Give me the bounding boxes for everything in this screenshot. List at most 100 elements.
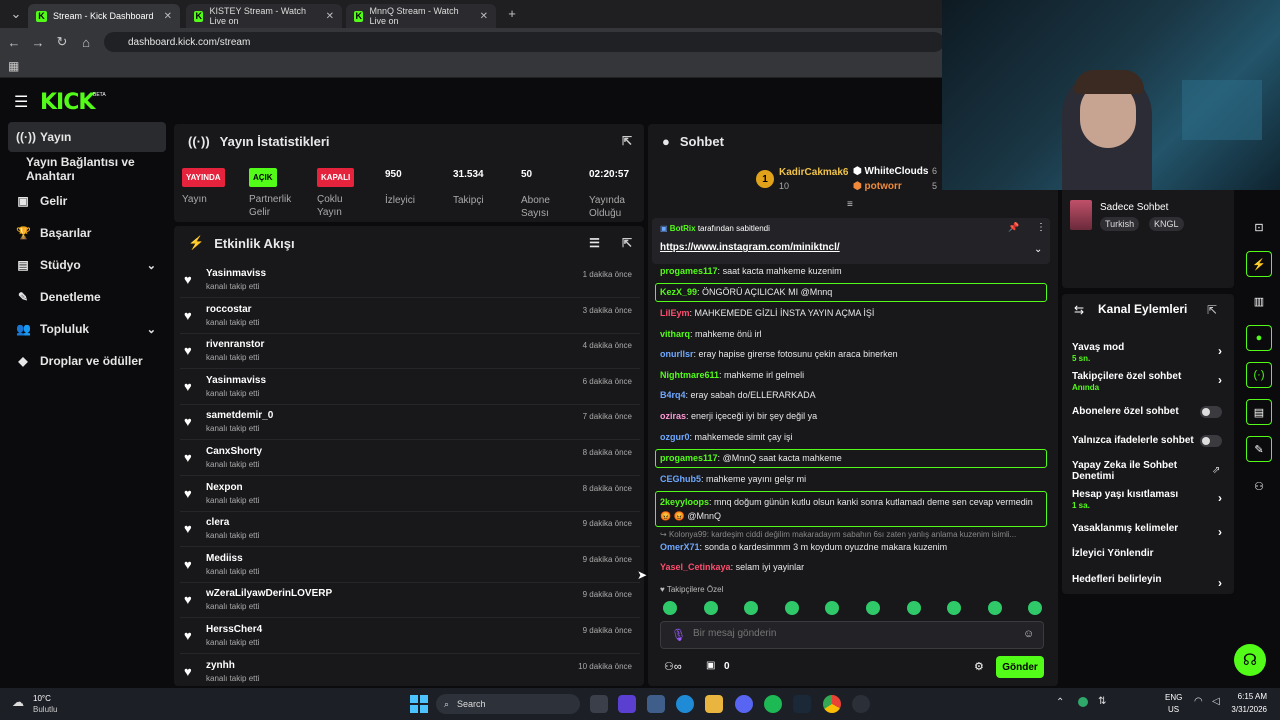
popout-icon[interactable]: ⇱ [622, 134, 632, 148]
event-user[interactable]: Yasinmaviss [206, 268, 266, 279]
event-user[interactable]: Nexpon [206, 482, 243, 493]
event-row[interactable]: ♥ zynhh kanalı takip etti 10 dakika önce [180, 656, 640, 690]
chat-username[interactable]: 2keyyloops [660, 497, 709, 507]
chat-username[interactable]: Nightmare611 [660, 370, 719, 380]
file-explorer-icon[interactable] [705, 695, 723, 713]
emoji-icon[interactable]: ☺ [1023, 628, 1034, 640]
menu-icon[interactable]: ☰ [14, 92, 28, 112]
sidebar-item-yayin[interactable]: ((·)) Yayın [8, 122, 166, 152]
sidebar-item-denetleme[interactable]: ✎ Denetleme [8, 282, 166, 312]
emote-icon[interactable] [866, 601, 880, 615]
tray-app-icon[interactable] [1078, 697, 1088, 707]
apps-grid-icon[interactable]: ▦ [8, 59, 19, 73]
pinned-link[interactable]: https://www.instagram.com/miniktncl/ [660, 242, 840, 253]
emote-icon[interactable] [906, 601, 921, 615]
task-view-icon[interactable] [590, 695, 608, 713]
help-support-icon[interactable]: ☊ [1234, 644, 1266, 676]
sidebar-item-basarilar[interactable]: 🏆 Başarılar [8, 218, 166, 248]
back-icon[interactable]: ← [2, 35, 26, 50]
emote-icon[interactable] [703, 601, 718, 615]
store-icon[interactable] [647, 695, 665, 713]
event-user[interactable]: roccostar [206, 304, 252, 315]
event-row[interactable]: ♥ Mediiss kanalı takip etti 9 dakika önce [180, 549, 640, 583]
chat-input-box[interactable]: 🎙 ☺ [660, 621, 1044, 649]
action-followers-only[interactable]: Takipçilere özel sohbet Anında › [1072, 371, 1228, 392]
chat-bubble-icon[interactable]: ● [1246, 325, 1272, 351]
tab-close-icon[interactable]: ✕ [480, 11, 488, 22]
actions-icon[interactable]: ▤ [1246, 399, 1272, 425]
tray-network-icon[interactable]: ⇅ [1098, 696, 1106, 707]
emote-icon[interactable] [784, 601, 799, 615]
chat-username[interactable]: LilEym [660, 308, 690, 318]
weather-temp[interactable]: 10°C [33, 694, 51, 703]
more-options-icon[interactable]: ⋮ [1036, 222, 1046, 233]
event-row[interactable]: ♥ Nexpon kanalı takip etti 8 dakika önce [180, 478, 640, 512]
keyboard-language[interactable]: ENG [1165, 693, 1182, 702]
action-banned-words[interactable]: Yasaklanmış kelimeler › [1072, 523, 1228, 539]
event-user[interactable]: wZeraLilyawDerinLOVERP [206, 588, 332, 599]
sidebar-item-studyo[interactable]: ▤ Stüdyo ⌄ [8, 250, 166, 280]
kick-logo[interactable]: KICK [40, 90, 95, 115]
event-user[interactable]: clera [206, 517, 229, 528]
new-tab-icon[interactable]: + [500, 6, 524, 21]
chat-username[interactable]: CEGhub5 [660, 474, 701, 484]
chat-username[interactable]: progames117 [660, 453, 718, 463]
home-icon[interactable]: ⌂ [74, 35, 98, 50]
clock-time[interactable]: 6:15 AM [1231, 692, 1267, 701]
event-user[interactable]: HerssCher4 [206, 624, 262, 635]
users-icon[interactable]: ⚇ [1246, 473, 1272, 499]
stats-doc-icon[interactable]: ▥ [1246, 288, 1272, 314]
sidebar-item-stream-key[interactable]: Yayın Bağlantısı ve Anahtarı [18, 154, 172, 184]
taskbar-search[interactable]: ⌕ Search [436, 694, 580, 714]
event-row[interactable]: ♥ Yasinmaviss kanalı takip etti 1 dakika ön… [180, 264, 640, 298]
action-goals[interactable]: Hedefleri belirleyin › [1072, 574, 1228, 590]
tab-search-icon[interactable]: ⌄ [4, 6, 28, 22]
steam-icon[interactable] [793, 695, 811, 713]
popout-icon[interactable]: ⇱ [1207, 303, 1217, 317]
event-user[interactable]: CanxShorty [206, 446, 262, 457]
event-user[interactable]: zynhh [206, 660, 235, 671]
chat-username[interactable]: KezX_99 [660, 287, 697, 297]
tab-kistey-stream[interactable]: K KISTEY Stream - Watch Live on ✕ [186, 4, 342, 28]
emote-only-toggle[interactable] [1200, 435, 1222, 447]
reload-icon[interactable]: ↻ [50, 34, 74, 50]
tab-kick-dashboard[interactable]: K Stream - Kick Dashboard ✕ [28, 4, 180, 28]
event-row[interactable]: ♥ wZeraLilyawDerinLOVERP kanalı takip etti… [180, 584, 640, 619]
event-user[interactable]: rivenranstor [206, 339, 264, 350]
volume-icon[interactable]: ◁ [1212, 696, 1220, 707]
chat-username[interactable]: onurllsr [660, 349, 694, 359]
sidebar-item-gelir[interactable]: ▣ Gelir [8, 186, 166, 216]
filter-icon[interactable]: ☰ [589, 236, 600, 250]
windows-start-icon[interactable] [410, 695, 428, 713]
settings-gear-icon[interactable]: ⚙ [974, 660, 984, 673]
tab-close-icon[interactable]: ✕ [326, 11, 334, 22]
chat-username[interactable]: vitharq [660, 329, 690, 339]
event-row[interactable]: ♥ HerssCher4 kanalı takip etti 9 dakika önc… [180, 620, 640, 654]
lightning-icon[interactable]: ⚡ [1246, 251, 1272, 277]
user-link-icon[interactable]: ⚇∞ [664, 660, 682, 673]
chat-username[interactable]: progames117 [660, 266, 718, 276]
leader-name[interactable]: ⬢ potworr [853, 181, 902, 192]
tag-chip[interactable]: KNGL [1149, 217, 1184, 231]
action-raid[interactable]: İzleyici Yönlendir [1072, 548, 1228, 559]
pin-icon[interactable]: 📌 [1008, 222, 1019, 233]
external-link-icon[interactable]: ⇗ [1212, 465, 1220, 476]
action-account-age[interactable]: Hesap yaşı kısıtlaması 1 sa. › [1072, 489, 1228, 510]
emote-icon[interactable] [663, 601, 677, 615]
chat-username[interactable]: OmerX71 [660, 542, 700, 552]
broadcast-icon[interactable]: (·) [1246, 362, 1272, 388]
subscribers-only-toggle[interactable] [1200, 406, 1222, 418]
event-row[interactable]: ♥ sametdemir_0 kanalı takip etti 7 dakika ö… [180, 406, 640, 441]
tray-overflow-icon[interactable]: ⌃ [1056, 697, 1064, 708]
event-row[interactable]: ♥ roccostar kanalı takip etti 3 dakika önce [180, 300, 640, 334]
sidebar-item-topluluk[interactable]: 👥 Topluluk ⌄ [8, 314, 166, 344]
emote-icon[interactable] [987, 601, 1002, 615]
leader-name[interactable]: KadirCakmak6 [779, 167, 848, 178]
wifi-icon[interactable]: ◠ [1194, 696, 1203, 707]
copilot-icon[interactable] [618, 695, 636, 713]
chat-username[interactable]: Yasel_Cetinkaya [660, 562, 731, 572]
expand-leaderboard-icon[interactable]: ≡ [847, 199, 853, 210]
tab-mnnq-stream[interactable]: K MnnQ Stream - Watch Live on ✕ [346, 4, 496, 28]
edge-icon[interactable] [676, 695, 694, 713]
screen-capture-icon[interactable]: ⊡ [1246, 214, 1272, 240]
